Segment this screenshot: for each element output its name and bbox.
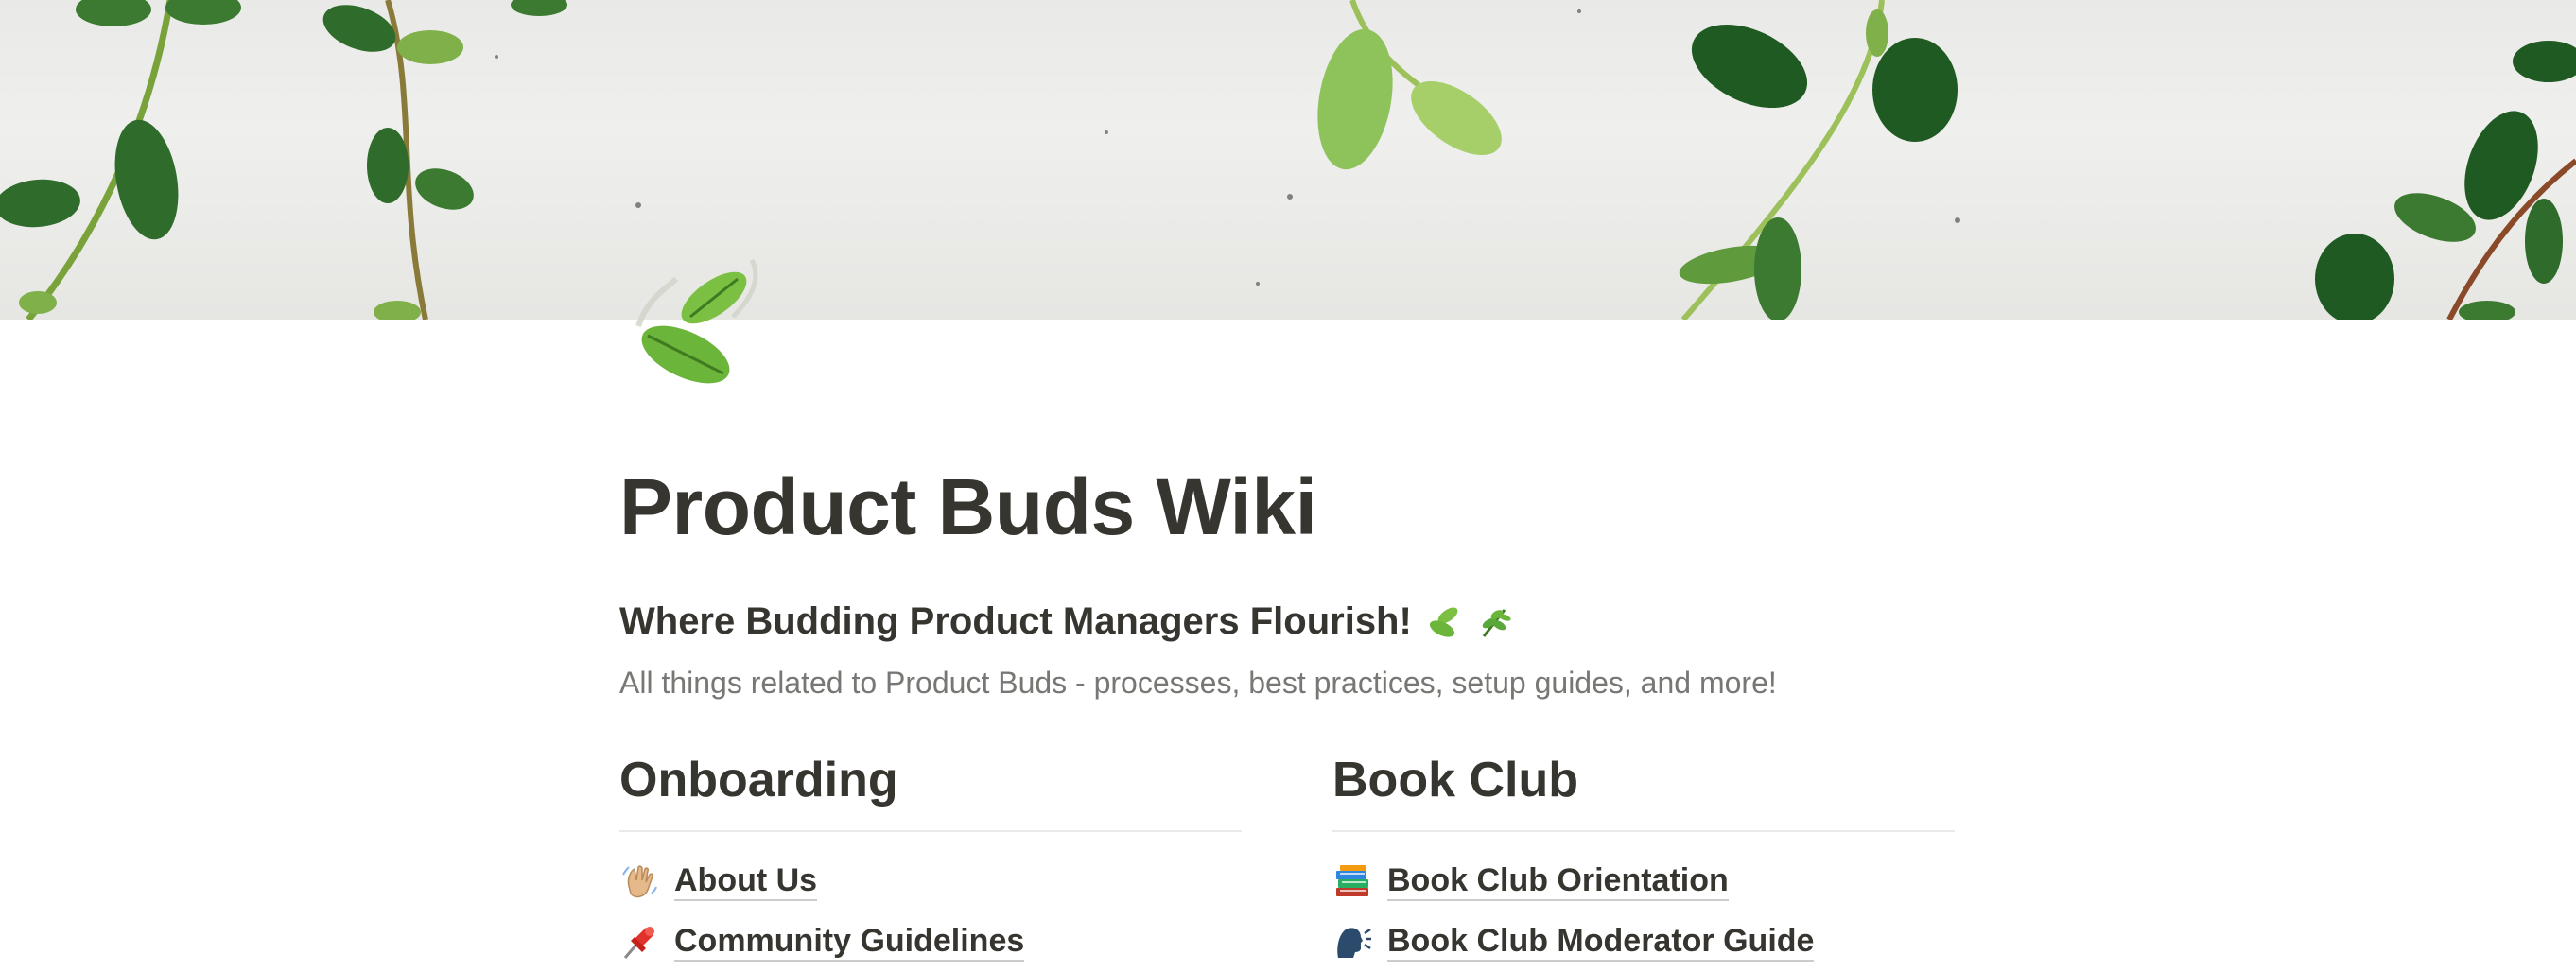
books-icon (1336, 865, 1368, 896)
divider (619, 830, 1242, 832)
onboarding-section: Onboarding About Us Community Guidelines (619, 747, 1242, 972)
page-subtitle: Where Budding Product Managers Flourish! (619, 599, 1412, 642)
page-link-label[interactable]: About Us (674, 861, 818, 901)
vine-leaves-illustration (0, 0, 2576, 320)
page-link-book-club-moderator-guide[interactable]: Book Club Moderator Guide (1332, 911, 1955, 972)
leaves-icon[interactable] (619, 241, 771, 392)
waving-hand-icon (622, 865, 657, 898)
book-club-heading: Book Club (1332, 753, 1578, 807)
page-description: All things related to Product Buds - pro… (619, 666, 1777, 700)
leaves-icon (1429, 607, 1458, 637)
cover-image[interactable] (0, 0, 2576, 320)
book-club-section: Book Club Book Club Orientation Book Clu… (1332, 747, 1955, 972)
pushpin-icon (623, 927, 654, 959)
page-link-book-club-orientation[interactable]: Book Club Orientation (1332, 851, 1955, 911)
speaking-head-icon (1337, 928, 1371, 958)
page-link-community-guidelines[interactable]: Community Guidelines (619, 911, 1242, 972)
herb-icon (1482, 609, 1511, 637)
page-link-about-us[interactable]: About Us (619, 851, 1242, 911)
page-link-label[interactable]: Book Club Moderator Guide (1387, 922, 1815, 962)
page-title: Product Buds Wiki (619, 462, 1317, 551)
onboarding-heading: Onboarding (619, 753, 898, 807)
divider (1332, 830, 1955, 832)
subtitle-row: Where Budding Product Managers Flourish! (619, 598, 1514, 645)
page-link-label[interactable]: Book Club Orientation (1387, 861, 1729, 901)
page-link-label[interactable]: Community Guidelines (674, 922, 1025, 962)
